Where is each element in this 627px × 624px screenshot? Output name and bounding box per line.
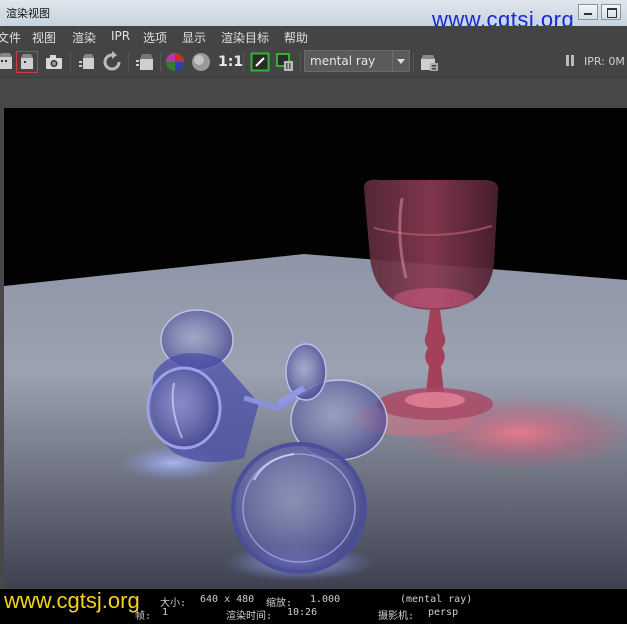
toolbar-separator bbox=[243, 52, 244, 72]
renderer-dropdown[interactable]: mental ray bbox=[304, 50, 410, 72]
chevron-down-icon bbox=[392, 51, 409, 71]
camera-value: persp bbox=[428, 607, 459, 618]
camera-label: 摄影机: bbox=[378, 611, 415, 622]
remove-image-icon[interactable] bbox=[274, 51, 296, 73]
title-bar: 渲染视图 www.cgtsj.org bbox=[0, 0, 627, 32]
menu-ipr[interactable]: IPR bbox=[111, 29, 130, 43]
frame-value: 1 bbox=[162, 607, 169, 618]
toolbar-separator bbox=[300, 52, 301, 72]
toolbar-separator bbox=[160, 52, 161, 72]
snapshot-icon[interactable] bbox=[43, 51, 65, 73]
menu-options[interactable]: 选项 bbox=[143, 29, 167, 46]
watermark-bottom: www.cgtsj.org bbox=[4, 588, 140, 613]
render-time-label: 渲染时间: bbox=[226, 611, 273, 622]
ipr-status: IPR: 0M bbox=[584, 55, 625, 68]
renderer-info: (mental ray) bbox=[400, 594, 473, 605]
minimize-button[interactable] bbox=[578, 4, 598, 20]
menu-render[interactable]: 渲染 bbox=[72, 29, 96, 46]
menu-render-target[interactable]: 渲染目标 bbox=[221, 29, 269, 46]
rgb-channels-icon[interactable] bbox=[164, 51, 186, 73]
menu-file[interactable]: 文件 bbox=[0, 29, 21, 46]
toolbar-separator bbox=[128, 52, 129, 72]
render-settings-icon[interactable] bbox=[418, 51, 440, 73]
menu-help[interactable]: 帮助 bbox=[284, 29, 308, 46]
toolbar-separator bbox=[413, 52, 414, 72]
zoom-value: 1.000 bbox=[310, 594, 341, 605]
menu-bar: 文件 视图 渲染 IPR 选项 显示 渲染目标 帮助 bbox=[0, 26, 627, 46]
renderer-value: mental ray bbox=[310, 54, 376, 68]
render-frame-icon[interactable] bbox=[0, 51, 16, 73]
keep-image-icon[interactable] bbox=[249, 51, 271, 73]
real-size-button[interactable]: 1:1 bbox=[218, 54, 243, 70]
render-time-value: 10:26 bbox=[287, 607, 318, 618]
render-sequence-icon[interactable] bbox=[76, 51, 98, 73]
menu-display[interactable]: 显示 bbox=[182, 29, 206, 46]
alpha-channel-icon[interactable] bbox=[190, 51, 212, 73]
maximize-button[interactable] bbox=[601, 4, 621, 20]
size-value: 640 x 480 bbox=[200, 594, 255, 605]
clapper-icon[interactable] bbox=[134, 51, 156, 73]
refresh-icon[interactable] bbox=[101, 51, 123, 73]
window-title: 渲染视图 bbox=[6, 7, 50, 20]
menu-view[interactable]: 视图 bbox=[32, 29, 56, 46]
render-region-icon[interactable] bbox=[16, 51, 38, 73]
toolbar-separator bbox=[70, 52, 71, 72]
rendered-image bbox=[4, 108, 627, 589]
pause-ipr-icon[interactable] bbox=[565, 55, 577, 67]
